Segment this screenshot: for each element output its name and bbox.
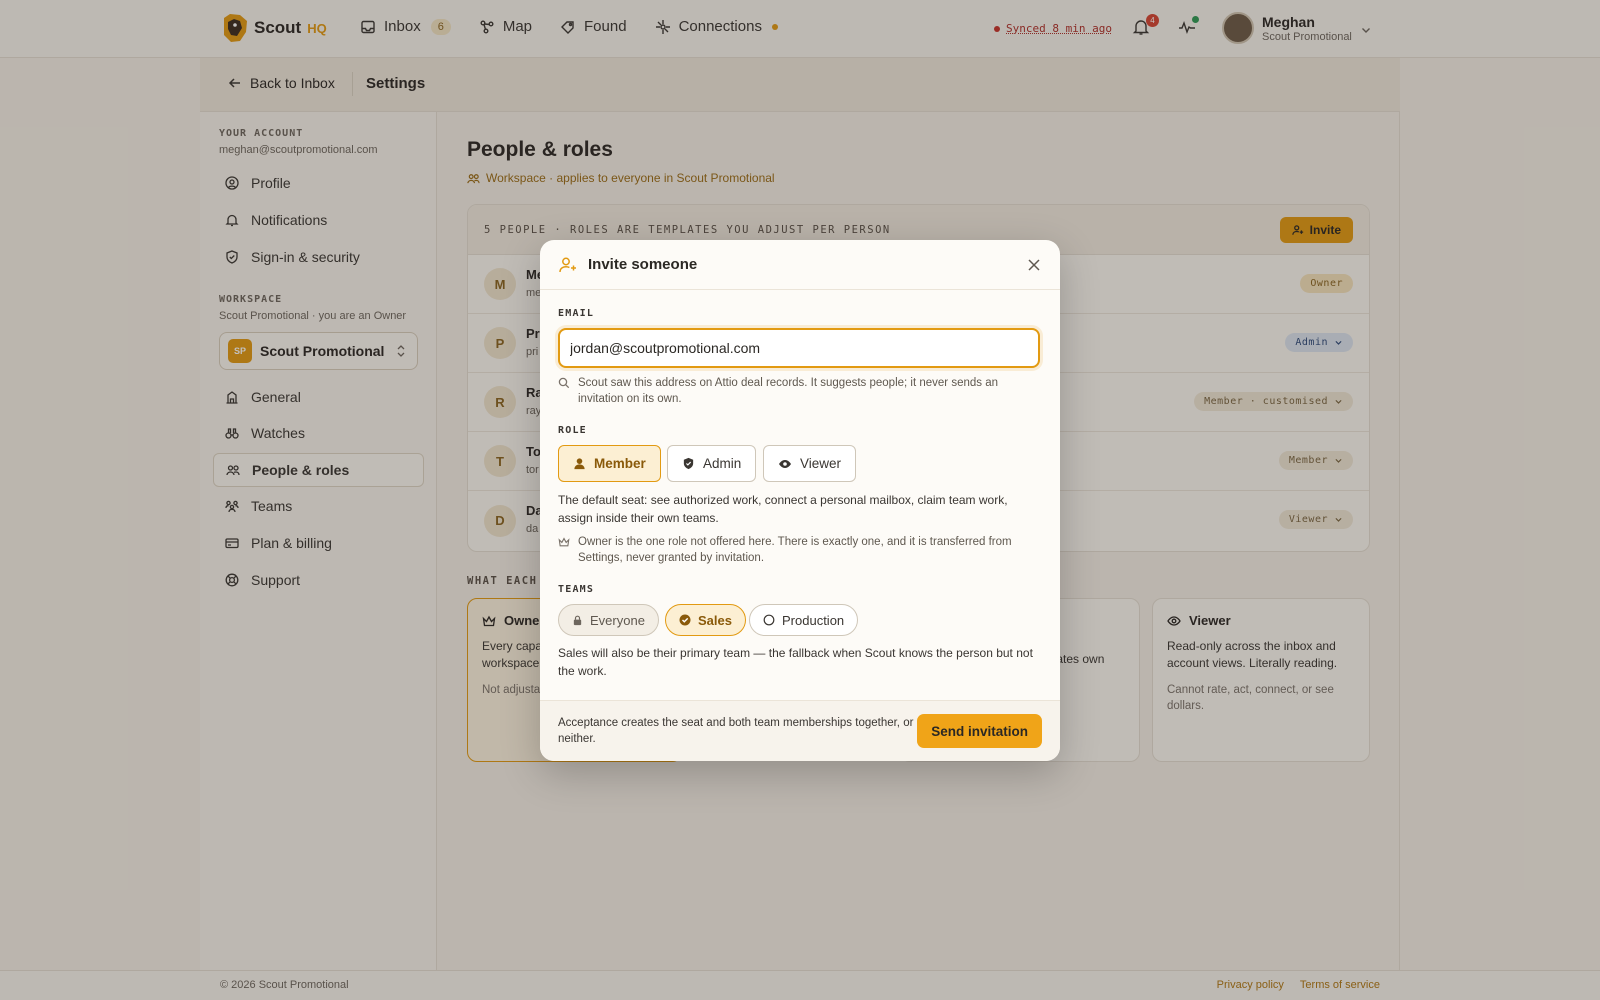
team-chip-sales[interactable]: Sales bbox=[665, 604, 746, 636]
team-chip-label: Everyone bbox=[590, 612, 645, 628]
owner-note-text: Owner is the one role not offered here. … bbox=[578, 536, 1012, 564]
check-circle-icon bbox=[679, 614, 691, 626]
crown-icon bbox=[558, 537, 570, 547]
circle-icon bbox=[763, 614, 775, 626]
user-plus-icon bbox=[559, 257, 576, 272]
team-chip-label: Production bbox=[782, 612, 845, 628]
role-option-label: Viewer bbox=[800, 456, 842, 471]
team-chip-label: Sales bbox=[698, 612, 732, 628]
lock-icon bbox=[573, 615, 582, 625]
eye-icon bbox=[779, 459, 791, 468]
search-icon bbox=[558, 377, 570, 389]
teams-label: TEAMS bbox=[558, 584, 595, 595]
send-invitation-button[interactable]: Send invitation bbox=[917, 714, 1042, 748]
team-chip-production[interactable]: Production bbox=[749, 604, 859, 636]
teams-description: Sales will also be their primary team — … bbox=[558, 646, 1033, 678]
email-hint-text: Scout saw this address on Attio deal rec… bbox=[578, 377, 998, 405]
acceptance-note: Acceptance creates the seat and both tea… bbox=[558, 717, 914, 745]
role-description: The default seat: see authorized work, c… bbox=[558, 493, 1008, 525]
role-label: ROLE bbox=[558, 425, 587, 436]
close-icon[interactable] bbox=[1026, 257, 1042, 273]
team-chip-everyone: Everyone bbox=[558, 604, 659, 636]
dialog-footer: Acceptance creates the seat and both tea… bbox=[540, 700, 1060, 761]
email-label: EMAIL bbox=[558, 308, 595, 319]
role-option-label: Admin bbox=[703, 456, 742, 471]
role-option-viewer[interactable]: Viewer bbox=[763, 445, 857, 482]
owner-note: Owner is the one role not offered here. … bbox=[558, 534, 1028, 566]
role-option-admin[interactable]: Admin bbox=[667, 445, 757, 482]
role-option-label: Member bbox=[594, 456, 646, 471]
dialog-title: Invite someone bbox=[588, 256, 698, 273]
invite-dialog: Invite someone EMAIL Scout saw this addr… bbox=[540, 240, 1060, 761]
person-icon bbox=[574, 458, 585, 470]
shield-icon bbox=[683, 457, 694, 470]
email-field[interactable] bbox=[558, 328, 1040, 368]
dialog-header: Invite someone bbox=[540, 240, 1060, 290]
role-option-member[interactable]: Member bbox=[558, 445, 661, 482]
email-hint: Scout saw this address on Attio deal rec… bbox=[558, 375, 1028, 407]
